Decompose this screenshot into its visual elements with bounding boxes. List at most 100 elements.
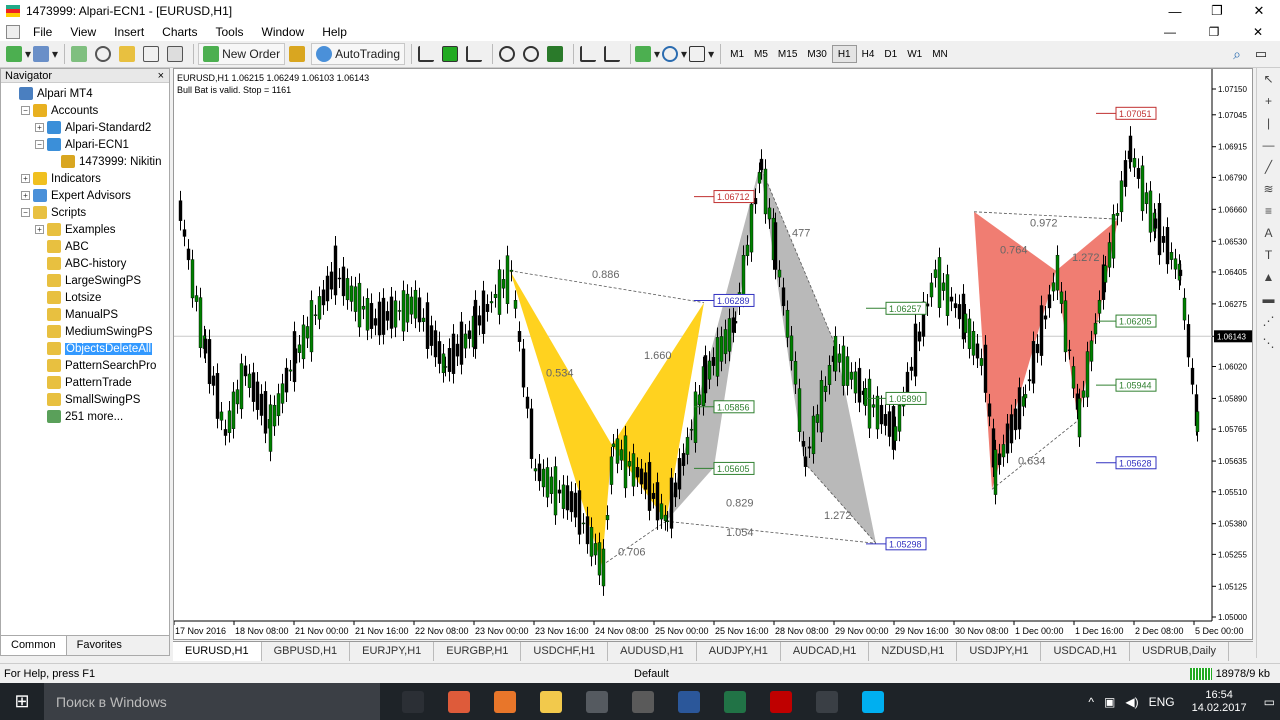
trendline-icon[interactable]: ╱ bbox=[1257, 156, 1280, 178]
collapse-icon[interactable]: − bbox=[21, 208, 30, 217]
navigator-item[interactable]: MediumSwingPS bbox=[1, 323, 169, 340]
timeframe-d1[interactable]: D1 bbox=[879, 45, 902, 63]
chart-restore-button[interactable]: ❐ bbox=[1192, 25, 1236, 39]
tray-expand-icon[interactable]: ^ bbox=[1083, 695, 1099, 709]
crosshair-tool-icon[interactable]: + bbox=[1257, 90, 1280, 112]
chart-tab[interactable]: AUDUSD,H1 bbox=[608, 642, 697, 661]
metaeditor-button[interactable] bbox=[287, 43, 309, 65]
language-indicator[interactable]: ENG bbox=[1144, 695, 1180, 709]
tile-windows-button[interactable] bbox=[545, 43, 567, 65]
periods-button[interactable]: ▾ bbox=[662, 43, 687, 65]
candlestick-button[interactable] bbox=[440, 43, 462, 65]
navigator-button[interactable] bbox=[117, 43, 139, 65]
navigator-item[interactable]: PatternSearchPro bbox=[1, 357, 169, 374]
expand-icon[interactable]: + bbox=[21, 174, 30, 183]
fibonacci-icon[interactable]: ≡ bbox=[1257, 200, 1280, 222]
zoom-out-button[interactable] bbox=[521, 43, 543, 65]
chart-tab[interactable]: USDCAD,H1 bbox=[1041, 642, 1131, 661]
chart-tab[interactable]: EURJPY,H1 bbox=[350, 642, 435, 661]
timeframe-m5[interactable]: M5 bbox=[749, 45, 773, 63]
expand-icon[interactable]: + bbox=[35, 123, 44, 132]
taskbar-app[interactable] bbox=[390, 683, 436, 720]
label-tool-icon[interactable]: T bbox=[1257, 244, 1280, 266]
notifications-icon[interactable]: ▭ bbox=[1259, 695, 1280, 709]
chart-tab[interactable]: USDRUB,Daily bbox=[1130, 642, 1230, 661]
navigator-item[interactable]: − Accounts bbox=[1, 102, 169, 119]
new-order-button[interactable]: New Order bbox=[198, 43, 286, 65]
timeframe-m1[interactable]: M1 bbox=[725, 45, 749, 63]
timeframe-m15[interactable]: M15 bbox=[773, 45, 802, 63]
chart-tab[interactable]: AUDCAD,H1 bbox=[781, 642, 870, 661]
navigator-item[interactable]: 1473999: Nikitin bbox=[1, 153, 169, 170]
text-tool-icon[interactable]: A bbox=[1257, 222, 1280, 244]
collapse-icon[interactable]: − bbox=[21, 106, 30, 115]
navigator-close-button[interactable]: × bbox=[158, 70, 169, 82]
chart-shift-button[interactable] bbox=[578, 43, 600, 65]
timeframe-mn[interactable]: MN bbox=[927, 45, 953, 63]
timeframe-h1[interactable]: H1 bbox=[831, 45, 857, 63]
navigator-item[interactable]: Alpari MT4 bbox=[1, 85, 169, 102]
chart-tab[interactable]: USDJPY,H1 bbox=[957, 642, 1042, 661]
chart-window[interactable]: 1.07150 1.07045 1.06915 1.06790 1.06660 1.065… bbox=[173, 68, 1253, 640]
chart-tab[interactable]: EURUSD,H1 bbox=[173, 642, 262, 661]
navigator-item[interactable]: ObjectsDeleteAll bbox=[1, 340, 169, 357]
taskbar-app[interactable] bbox=[758, 683, 804, 720]
navigator-item[interactable]: + Indicators bbox=[1, 170, 169, 187]
connection-status[interactable]: 18978/9 kb bbox=[1189, 667, 1280, 680]
arrow-tool-icon[interactable]: ▲ bbox=[1257, 266, 1280, 288]
autoscroll-button[interactable] bbox=[602, 43, 624, 65]
taskbar-app[interactable] bbox=[528, 683, 574, 720]
navigator-item[interactable]: 251 more... bbox=[1, 408, 169, 425]
restore-button[interactable]: ❐ bbox=[1196, 3, 1238, 19]
navigator-item[interactable]: + Alpari-Standard2 bbox=[1, 119, 169, 136]
horizontal-line-icon[interactable]: — bbox=[1257, 134, 1280, 156]
menu-insert[interactable]: Insert bbox=[105, 25, 153, 39]
windows-start-button[interactable]: ⊞ bbox=[0, 683, 44, 720]
terminal-button[interactable] bbox=[141, 43, 163, 65]
tester-button[interactable] bbox=[165, 43, 187, 65]
chart-tab[interactable]: NZDUSD,H1 bbox=[869, 642, 958, 661]
vertical-line-icon[interactable]: | bbox=[1257, 112, 1280, 134]
chart-close-button[interactable]: ✕ bbox=[1236, 25, 1280, 39]
minimize-button[interactable]: — bbox=[1154, 4, 1196, 19]
taskbar-app[interactable] bbox=[666, 683, 712, 720]
document-icon[interactable] bbox=[6, 24, 20, 39]
navigator-item[interactable]: PatternTrade bbox=[1, 374, 169, 391]
taskbar-app[interactable] bbox=[482, 683, 528, 720]
timeframe-m30[interactable]: M30 bbox=[802, 45, 831, 63]
menu-window[interactable]: Window bbox=[253, 25, 314, 39]
line-chart-button[interactable] bbox=[464, 43, 486, 65]
menu-help[interactable]: Help bbox=[313, 25, 356, 39]
taskbar-clock[interactable]: 16:54 14.02.2017 bbox=[1180, 689, 1259, 715]
autotrading-button[interactable]: AutoTrading bbox=[311, 43, 406, 65]
taskbar-app[interactable] bbox=[712, 683, 758, 720]
navigator-item[interactable]: ABC bbox=[1, 238, 169, 255]
network-icon[interactable]: ▣ bbox=[1099, 695, 1120, 709]
menu-charts[interactable]: Charts bbox=[153, 25, 206, 39]
menu-file[interactable]: File bbox=[24, 25, 61, 39]
taskbar-app[interactable] bbox=[436, 683, 482, 720]
chart-minimize-button[interactable]: — bbox=[1148, 25, 1192, 39]
zoom-in-button[interactable] bbox=[497, 43, 519, 65]
timeframe-w1[interactable]: W1 bbox=[902, 45, 927, 63]
fibo-fan-icon[interactable]: ⋰ bbox=[1257, 310, 1280, 332]
navigator-item[interactable]: − Scripts bbox=[1, 204, 169, 221]
navigator-item[interactable]: ManualPS bbox=[1, 306, 169, 323]
indicators-button[interactable]: ▾ bbox=[635, 43, 660, 65]
rectangle-tool-icon[interactable]: ▬ bbox=[1257, 288, 1280, 310]
templates-button[interactable]: ▾ bbox=[689, 43, 714, 65]
chart-tab[interactable]: AUDJPY,H1 bbox=[697, 642, 781, 661]
bar-chart-button[interactable] bbox=[416, 43, 438, 65]
volume-icon[interactable]: ◀) bbox=[1120, 695, 1143, 709]
price-chart[interactable]: 1.07150 1.07045 1.06915 1.06790 1.06660 1.065… bbox=[174, 69, 1254, 641]
taskbar-app[interactable] bbox=[574, 683, 620, 720]
collapse-icon[interactable]: − bbox=[35, 140, 44, 149]
taskbar-search[interactable]: Поиск в Windows bbox=[44, 683, 380, 720]
expand-icon[interactable]: + bbox=[35, 225, 44, 234]
data-window-button[interactable] bbox=[93, 43, 115, 65]
navigator-item[interactable]: Lotsize bbox=[1, 289, 169, 306]
menu-tools[interactable]: Tools bbox=[207, 25, 253, 39]
navigator-item[interactable]: + Examples bbox=[1, 221, 169, 238]
search-button[interactable]: ⌕ bbox=[1226, 43, 1248, 65]
channel-icon[interactable]: ≋ bbox=[1257, 178, 1280, 200]
